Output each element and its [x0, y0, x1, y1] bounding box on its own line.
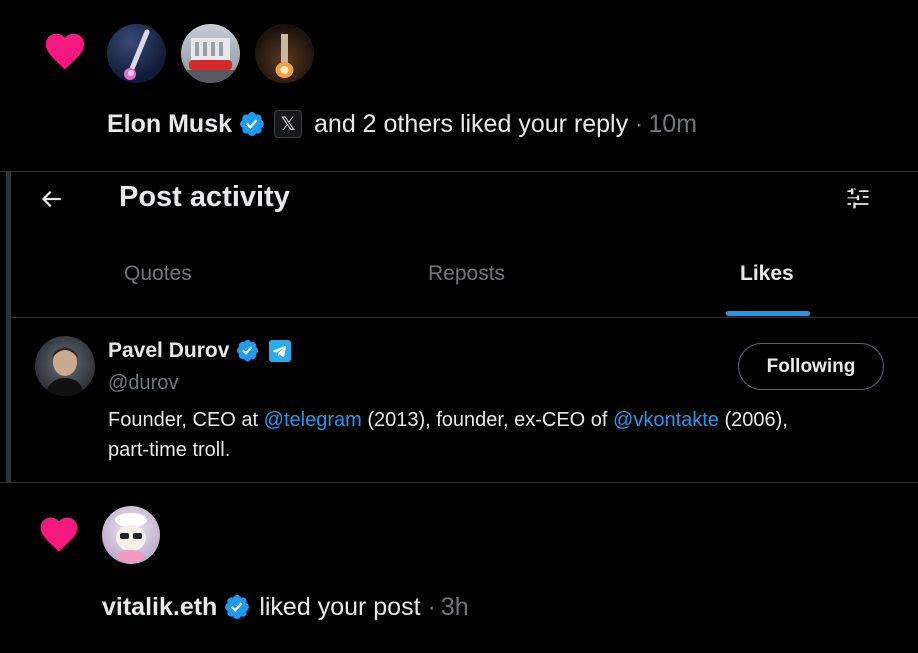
avatar[interactable]: [107, 24, 166, 83]
bio-text: (2006),: [718, 409, 788, 431]
avatar[interactable]: [255, 24, 314, 83]
user-bio: Founder, CEO at @telegram (2013), founde…: [108, 405, 898, 465]
durov-avatar-image: [45, 347, 85, 396]
notification-text: Elon Musk 𝕏 and 2 others liked your repl…: [107, 109, 697, 139]
arrow-left-icon[interactable]: [38, 186, 64, 212]
user-handle[interactable]: @durov: [108, 372, 178, 395]
liker-name[interactable]: vitalik.eth: [102, 592, 217, 622]
launch-avatar-image: [275, 34, 294, 78]
telegram-icon: [269, 339, 292, 362]
heart-icon: [40, 517, 78, 552]
bio-text: part-time troll.: [108, 439, 231, 461]
avatar[interactable]: [181, 24, 240, 83]
tabs-divider: [11, 317, 918, 318]
action-text: and 2 others liked your reply: [314, 110, 629, 138]
heart-icon: [45, 33, 85, 70]
tab-reposts[interactable]: Reposts: [428, 262, 505, 286]
x-affiliate-icon: 𝕏: [274, 110, 303, 138]
notification-text: vitalik.eth liked your post · 3h: [102, 592, 469, 622]
verified-badge-icon: [240, 112, 264, 136]
sliders-icon[interactable]: [844, 185, 872, 213]
car-avatar-image: [181, 38, 240, 83]
tab-quotes[interactable]: Quotes: [124, 262, 192, 286]
vitalik-avatar-image: [115, 513, 147, 562]
following-button[interactable]: Following: [738, 343, 884, 390]
vkontakte-link[interactable]: @vkontakte: [613, 409, 719, 431]
liker-name[interactable]: Elon Musk: [107, 109, 232, 139]
separator-dot: ·: [427, 593, 436, 621]
tab-likes[interactable]: Likes: [740, 262, 794, 286]
action-text: liked your post: [259, 593, 421, 621]
bio-text: Founder, CEO at: [108, 409, 264, 431]
verified-badge-icon: [237, 339, 259, 362]
timestamp: 10m: [648, 110, 698, 138]
page-title: Post activity: [119, 181, 290, 213]
timestamp: 3h: [440, 593, 469, 621]
avatar[interactable]: [102, 506, 160, 564]
bio-text: (2013), founder, ex-CEO of: [361, 409, 614, 431]
panel-border: [10, 172, 11, 483]
user-name-row: Pavel Durov: [108, 338, 292, 363]
tab-active-indicator: [726, 311, 810, 316]
rocket-avatar-image: [124, 29, 150, 80]
telegram-link[interactable]: @telegram: [264, 409, 362, 431]
user-name[interactable]: Pavel Durov: [108, 339, 229, 363]
verified-badge-icon: [225, 595, 250, 619]
separator-dot: ·: [635, 110, 644, 138]
avatar[interactable]: [35, 336, 95, 396]
